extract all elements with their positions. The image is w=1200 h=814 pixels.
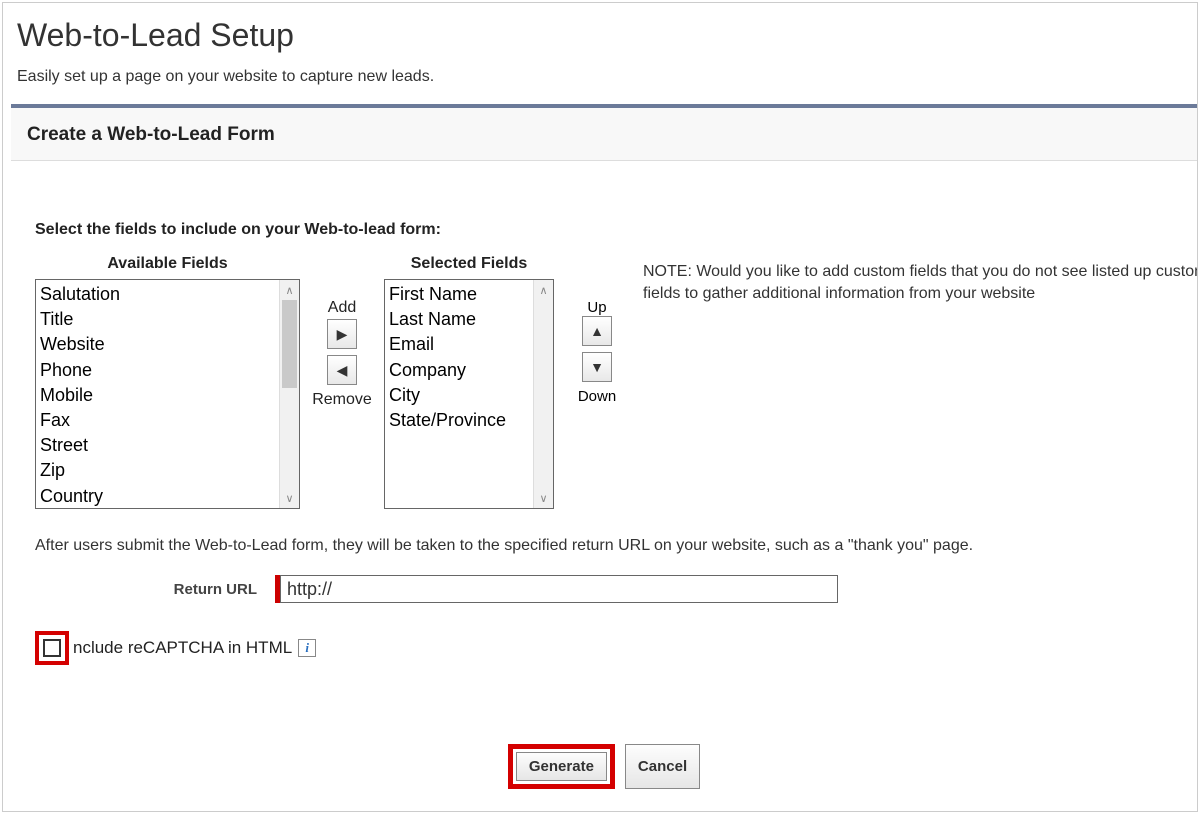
generate-button[interactable]: Generate	[516, 752, 607, 781]
recaptcha-highlight	[35, 631, 69, 665]
generate-highlight: Generate	[508, 744, 615, 789]
chevron-down-icon[interactable]: ∨	[280, 488, 299, 508]
page-subtitle: Easily set up a page on your website to …	[17, 68, 1197, 86]
recaptcha-label: nclude reCAPTCHA in HTML	[73, 638, 292, 658]
arrow-down-icon: ▼	[590, 359, 604, 375]
return-url-row: Return URL	[35, 575, 1197, 603]
list-item[interactable]: Salutation	[40, 282, 275, 307]
recaptcha-checkbox[interactable]	[43, 639, 61, 657]
chevron-up-icon[interactable]: ∧	[534, 280, 553, 300]
cancel-button[interactable]: Cancel	[625, 744, 700, 789]
selected-items: First Name Last Name Email Company City …	[385, 280, 533, 508]
move-up-button[interactable]: ▲	[582, 316, 612, 346]
select-fields-label: Select the fields to include on your Web…	[35, 221, 1197, 239]
up-label: Up	[587, 299, 606, 316]
list-item[interactable]: Website	[40, 332, 275, 357]
list-item[interactable]: Street	[40, 433, 275, 458]
page-container: Web-to-Lead Setup Easily set up a page o…	[2, 2, 1198, 812]
list-item[interactable]: Company	[389, 358, 529, 383]
list-item[interactable]: State/Province	[389, 408, 529, 433]
return-url-explain: After users submit the Web-to-Lead form,…	[35, 537, 1197, 555]
add-label: Add	[328, 299, 356, 317]
selected-listbox[interactable]: First Name Last Name Email Company City …	[384, 279, 554, 509]
add-remove-controls: Add ▶ ◀ Remove	[300, 255, 384, 411]
page-title: Web-to-Lead Setup	[17, 17, 1197, 54]
available-items: Salutation Title Website Phone Mobile Fa…	[36, 280, 279, 508]
list-item[interactable]: Mobile	[40, 383, 275, 408]
action-row: Generate Cancel	[11, 744, 1197, 789]
info-icon[interactable]: i	[298, 639, 316, 657]
list-item[interactable]: Phone	[40, 358, 275, 383]
list-item[interactable]: Zip	[40, 458, 275, 483]
reorder-controls: Up ▲ ▼ Down	[562, 255, 632, 405]
available-scrollbar[interactable]: ∧ ∨	[279, 280, 299, 508]
remove-label: Remove	[312, 391, 372, 409]
selected-column: Selected Fields First Name Last Name Ema…	[384, 255, 554, 509]
return-url-label: Return URL	[35, 581, 275, 598]
selected-header: Selected Fields	[411, 255, 528, 273]
arrow-right-icon: ▶	[337, 326, 348, 343]
list-item[interactable]: City	[389, 383, 529, 408]
arrow-left-icon: ◀	[337, 362, 348, 379]
panel-header: Create a Web-to-Lead Form	[11, 108, 1197, 161]
list-item[interactable]: Email	[389, 332, 529, 357]
remove-button[interactable]: ◀	[327, 355, 357, 385]
list-item[interactable]: Country	[40, 484, 275, 509]
custom-fields-note: NOTE: Would you like to add custom field…	[643, 261, 1198, 304]
chevron-up-icon[interactable]: ∧	[280, 280, 299, 300]
arrow-up-icon: ▲	[590, 323, 604, 339]
scroll-thumb[interactable]	[282, 300, 297, 388]
move-down-button[interactable]: ▼	[582, 352, 612, 382]
panel-body: Select the fields to include on your Web…	[11, 161, 1197, 801]
list-item[interactable]: Last Name	[389, 307, 529, 332]
recaptcha-row: nclude reCAPTCHA in HTML i	[35, 631, 1197, 665]
list-item[interactable]: Title	[40, 307, 275, 332]
list-item[interactable]: Fax	[40, 408, 275, 433]
selected-scrollbar[interactable]: ∧ ∨	[533, 280, 553, 508]
list-item[interactable]: First Name	[389, 282, 529, 307]
down-label: Down	[578, 388, 616, 405]
return-url-input[interactable]	[280, 575, 838, 603]
form-panel: Create a Web-to-Lead Form Select the fie…	[11, 104, 1197, 801]
available-column: Available Fields Salutation Title Websit…	[35, 255, 300, 509]
available-listbox[interactable]: Salutation Title Website Phone Mobile Fa…	[35, 279, 300, 509]
available-header: Available Fields	[107, 255, 227, 273]
add-button[interactable]: ▶	[327, 319, 357, 349]
chevron-down-icon[interactable]: ∨	[534, 488, 553, 508]
